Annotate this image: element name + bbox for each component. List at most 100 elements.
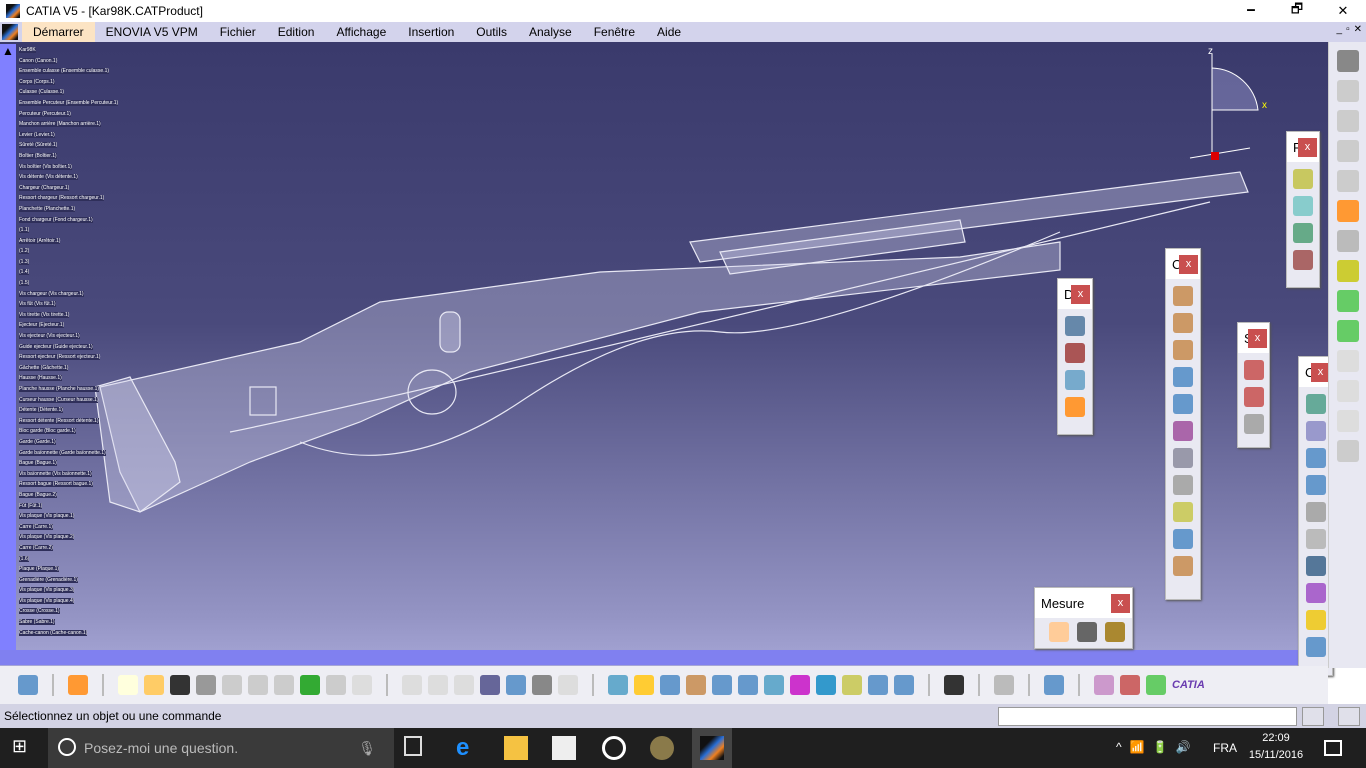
new-icon[interactable] [118,675,138,695]
tree-item[interactable]: Curseur hausse (Curseur hausse.1) [16,396,136,408]
print-icon[interactable] [196,675,216,695]
material-icon[interactable] [1120,675,1140,695]
tool-icon[interactable] [1336,110,1359,132]
tree-item[interactable]: Vis chargeur (Vis chargeur.1) [16,290,136,302]
constraint-icon[interactable] [1173,286,1193,306]
tree-root[interactable]: Kar98K [16,47,136,58]
tree-item[interactable]: (1.3) [16,258,136,270]
tool-icon[interactable] [1305,448,1326,468]
zoom-out-icon[interactable] [738,675,758,695]
scene-icon[interactable] [1243,360,1264,380]
microphone-icon[interactable]: 🎙 [358,728,376,768]
app-icon[interactable] [650,736,674,760]
tree-item[interactable]: Carre (Carre.2) [16,544,136,556]
menu-outils[interactable]: Outils [465,22,518,42]
component-icon[interactable] [1293,196,1313,216]
shading-icon[interactable] [842,675,862,695]
gear-icon[interactable] [1336,50,1359,72]
tree-item[interactable]: Ensemble culasse (Ensemble culasse.1) [16,68,136,79]
file-explorer-icon[interactable] [504,736,528,760]
minimize-button[interactable]: 🗕 [1228,0,1274,22]
tree-item[interactable]: Ejecteur (Ejecteur.1) [16,322,136,333]
tree-item[interactable]: Arrêtoir (Arrêtoir.1) [16,237,136,249]
edge-icon[interactable]: e [456,736,480,760]
tree-item[interactable]: Levier (Levier.1) [16,131,136,143]
menu-enovia[interactable]: ENOVIA V5 VPM [95,22,209,42]
zoom-in-icon[interactable] [712,675,732,695]
tree-item[interactable]: Planchette (Planchette.1) [16,205,136,217]
groove-icon[interactable] [602,736,626,760]
tool-icon[interactable] [1336,290,1359,312]
menu-fenetre[interactable]: Fenêtre [583,22,646,42]
rotate-icon[interactable] [686,675,706,695]
compass[interactable]: z x [1189,46,1267,160]
task-view-icon[interactable] [404,736,422,756]
tree-item[interactable]: Percuteur (Percuteur.1) [16,110,136,122]
tool-icon[interactable] [506,675,526,695]
render-icon[interactable] [1094,675,1114,695]
text-abc-icon[interactable] [1336,380,1359,402]
tree-item[interactable]: Manchon arrière (Manchon arrière.1) [16,121,136,132]
tree-item[interactable]: Vis plaque (Vis plaque.4) [16,597,136,609]
tree-icon[interactable] [1293,223,1313,243]
tree-item[interactable]: Carre (Carre.1) [16,523,136,535]
tree-item[interactable]: Ressort chargeur (Ressort chargeur.1) [16,195,136,206]
system-tray-icons[interactable]: ^📶🔋🔊 [1116,740,1198,754]
tool-icon[interactable] [1305,529,1326,549]
undo-icon[interactable] [300,675,320,695]
catia-taskbar-icon[interactable] [692,728,732,768]
update-icon[interactable] [1305,610,1326,630]
normal-view-icon[interactable] [764,675,784,695]
tool-icon[interactable] [1305,502,1326,522]
table-icon[interactable] [480,675,500,695]
tool-icon[interactable] [454,675,474,695]
rifle-model[interactable]: z x [0,42,1328,666]
tool-icon[interactable] [1336,80,1359,102]
tree-item[interactable]: Planche hausse (Planche hausse.1) [16,386,136,397]
update-icon[interactable] [994,675,1014,695]
tree-item[interactable]: Plaque (Plaque.1) [16,566,136,577]
lock-icon[interactable] [532,675,552,695]
constraint-icon[interactable] [1173,529,1193,549]
tree-item[interactable]: Grenadière (Grenadière.1) [16,576,136,588]
comment-icon[interactable] [428,675,448,695]
command-search-button[interactable] [1338,707,1360,726]
measure-item-icon[interactable] [1077,622,1097,642]
select-arrow-icon[interactable] [1336,200,1359,222]
tree-item[interactable]: Sûreté (Sûreté.1) [16,142,136,153]
tree-item[interactable]: Sabre (Sabre.1) [16,619,136,630]
tool-icon[interactable] [1336,170,1359,192]
tree-item[interactable]: Vis baïonnette (Vis baïonnette.1) [16,470,136,482]
tool-icon[interactable] [18,675,38,695]
cortana-search[interactable]: Posez-moi une question. 🎙 [48,728,394,768]
tree-item[interactable]: (1.5) [16,280,136,291]
command-button[interactable] [1302,707,1324,726]
tree-item[interactable]: Vis fût (Vis fût.1) [16,301,136,312]
tree-item[interactable]: Vis plaque (Vis plaque.3) [16,587,136,598]
paste-icon[interactable] [274,675,294,695]
tree-scrollbar[interactable]: ▲ [0,44,16,650]
scene-icon[interactable] [1243,387,1264,407]
tree-item[interactable]: Guide ejecteur (Guide ejecteur.1) [16,343,136,355]
fit-all-icon[interactable] [634,675,654,695]
tree-item[interactable]: (1.4) [16,269,136,280]
arrow-icon[interactable] [1336,410,1359,432]
part-icon[interactable] [1293,169,1313,189]
menu-insertion[interactable]: Insertion [397,22,465,42]
tree-item[interactable]: Ressort détente (Ressort détente.1) [16,417,136,429]
formula-icon[interactable] [402,675,422,695]
pan-icon[interactable] [660,675,680,695]
tree-item[interactable]: Ensemble Percuteur (Ensemble Percuteur.1… [16,99,136,111]
tree-item[interactable]: Garde (Garde.1) [16,438,136,450]
annotation-icon[interactable] [1336,350,1359,372]
tool-icon[interactable] [1305,556,1326,576]
tool-icon[interactable] [1336,140,1359,162]
swap-space-icon[interactable] [894,675,914,695]
close-toolbar-button[interactable]: x [1179,255,1198,274]
close-toolbar-button[interactable]: x [1071,285,1090,304]
tree-item[interactable]: Gâchette (Gâchette.1) [16,364,136,376]
tree-item[interactable]: Culasse (Culasse.1) [16,89,136,100]
tool-icon[interactable] [1305,637,1326,657]
tree-item[interactable]: Détente (Détente.1) [16,407,136,418]
measure-inertia-icon[interactable] [1105,622,1125,642]
